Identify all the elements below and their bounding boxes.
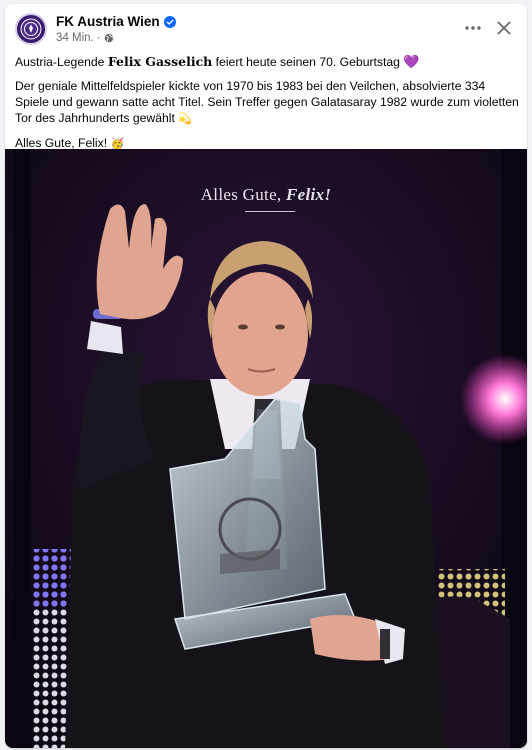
austria-crest-icon: [20, 18, 42, 40]
meta-separator: ·: [96, 32, 101, 44]
image-caption: Alles Gute, Felix!: [5, 185, 527, 205]
page-avatar[interactable]: [15, 13, 47, 45]
post-message: Austria-Legende Felix Gasselich feiert h…: [15, 54, 521, 160]
post-paragraph-2: Der geniale Mittelfeldspieler kickte von…: [15, 78, 521, 127]
caption-divider: [245, 211, 295, 212]
page-name[interactable]: FK Austria Wien: [56, 14, 176, 29]
post-header: FK Austria Wien 34 Min. ·: [5, 4, 527, 50]
post-paragraph-1: Austria-Legende Felix Gasselich feiert h…: [15, 54, 521, 70]
dizzy-emoji: 💫: [178, 112, 192, 125]
text-segment: Austria-Legende: [15, 55, 108, 69]
purple-heart-emoji: 💜: [403, 54, 420, 69]
close-icon: [497, 21, 511, 35]
more-options-icon: [465, 26, 481, 30]
globe-icon[interactable]: [104, 33, 114, 43]
caption-name: Felix!: [286, 185, 332, 204]
facebook-post-card: FK Austria Wien 34 Min. · Austria-Legend…: [5, 4, 527, 748]
text-segment: Alles Gute, Felix!: [15, 136, 111, 150]
post-time[interactable]: 34 Min.: [56, 32, 94, 44]
close-button[interactable]: [493, 17, 515, 39]
more-options-button[interactable]: [461, 18, 485, 38]
post-image[interactable]: Alles Gute, Felix!: [5, 149, 527, 748]
trophy-photo-illustration: [5, 149, 527, 748]
post-meta: 34 Min. ·: [56, 32, 114, 44]
caption-text: Alles Gute,: [200, 185, 287, 204]
text-segment: Der geniale Mittelfeldspieler kickte von…: [15, 79, 519, 125]
mentioned-name: Felix Gasselich: [107, 54, 213, 69]
verified-badge-icon: [163, 15, 176, 28]
page-name-text[interactable]: FK Austria Wien: [56, 14, 160, 29]
text-segment: feiert heute seinen 70. Geburtstag: [212, 55, 404, 69]
